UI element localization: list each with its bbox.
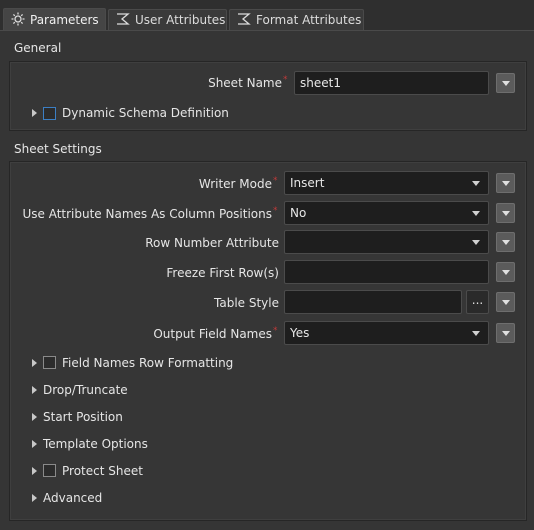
table-style-browse-button[interactable]: ...: [466, 290, 489, 314]
output-field-names-menu-button[interactable]: [496, 323, 515, 343]
sigma-icon: [115, 12, 135, 29]
output-field-names-select[interactable]: Yes: [284, 321, 489, 345]
writer-mode-select[interactable]: Insert: [284, 171, 489, 195]
table-style-menu-button[interactable]: [496, 292, 515, 312]
sheet-settings-section-title: Sheet Settings: [14, 142, 102, 156]
tab-label: Parameters: [30, 13, 99, 27]
expand-arrow-icon[interactable]: [32, 386, 37, 394]
freeze-first-rows-menu-button[interactable]: [496, 262, 515, 282]
sheet-name-menu-button[interactable]: [496, 73, 515, 93]
use-attribute-names-value: No: [290, 206, 307, 220]
chevron-down-icon: [472, 240, 480, 245]
use-attribute-names-select[interactable]: No: [284, 201, 489, 225]
tab-format-attributes[interactable]: Format Attributes: [229, 9, 364, 30]
drop-truncate-label[interactable]: Drop/Truncate: [43, 383, 128, 397]
general-section-title: General: [14, 41, 62, 55]
protect-sheet-label: Protect Sheet: [62, 464, 143, 478]
required-marker: *: [273, 206, 278, 216]
dynamic-schema-checkbox[interactable]: [43, 107, 56, 120]
advanced-label[interactable]: Advanced: [43, 491, 102, 505]
required-marker: *: [273, 176, 278, 186]
tab-label: Format Attributes: [256, 13, 362, 27]
dynamic-schema-label: Dynamic Schema Definition: [62, 106, 229, 120]
required-marker: *: [283, 75, 288, 85]
use-attribute-names-label: Use Attribute Names As Column Positions: [22, 207, 272, 221]
gear-icon: [10, 11, 30, 30]
table-style-input[interactable]: [284, 290, 462, 314]
output-field-names-label: Output Field Names: [153, 327, 272, 341]
freeze-first-rows-input[interactable]: [284, 260, 489, 284]
chevron-down-icon: [472, 181, 480, 186]
sigma-icon: [236, 12, 256, 29]
writer-mode-label: Writer Mode: [198, 177, 272, 191]
required-marker: *: [273, 326, 278, 336]
chevron-down-icon: [472, 211, 480, 216]
tab-user-attributes[interactable]: User Attributes: [108, 9, 227, 30]
protect-sheet-checkbox[interactable]: [43, 464, 56, 477]
expand-arrow-icon[interactable]: [32, 467, 37, 475]
writer-mode-value: Insert: [290, 176, 325, 190]
writer-mode-menu-button[interactable]: [496, 173, 515, 193]
row-number-attribute-select[interactable]: [284, 230, 489, 254]
start-position-label[interactable]: Start Position: [43, 410, 123, 424]
expand-arrow-icon[interactable]: [32, 109, 37, 117]
sheet-name-label: Sheet Name: [208, 76, 282, 90]
tab-bar: Parameters User Attributes Format Attrib…: [0, 0, 534, 31]
freeze-first-rows-label: Freeze First Row(s): [166, 266, 279, 280]
expand-arrow-icon[interactable]: [32, 440, 37, 448]
row-number-attribute-label: Row Number Attribute: [145, 236, 279, 250]
table-style-label: Table Style: [214, 296, 279, 310]
output-field-names-value: Yes: [290, 326, 310, 340]
sheet-name-input[interactable]: sheet1: [294, 71, 489, 95]
tab-parameters[interactable]: Parameters: [3, 8, 106, 31]
expand-arrow-icon[interactable]: [32, 413, 37, 421]
expand-arrow-icon[interactable]: [32, 494, 37, 502]
chevron-down-icon: [472, 331, 480, 336]
expand-arrow-icon[interactable]: [32, 359, 37, 367]
field-names-row-formatting-checkbox[interactable]: [43, 356, 56, 369]
template-options-label[interactable]: Template Options: [43, 437, 148, 451]
row-number-attribute-menu-button[interactable]: [496, 232, 515, 252]
field-names-row-formatting-label: Field Names Row Formatting: [62, 356, 234, 370]
use-attribute-names-menu-button[interactable]: [496, 203, 515, 223]
tab-label: User Attributes: [135, 13, 226, 27]
